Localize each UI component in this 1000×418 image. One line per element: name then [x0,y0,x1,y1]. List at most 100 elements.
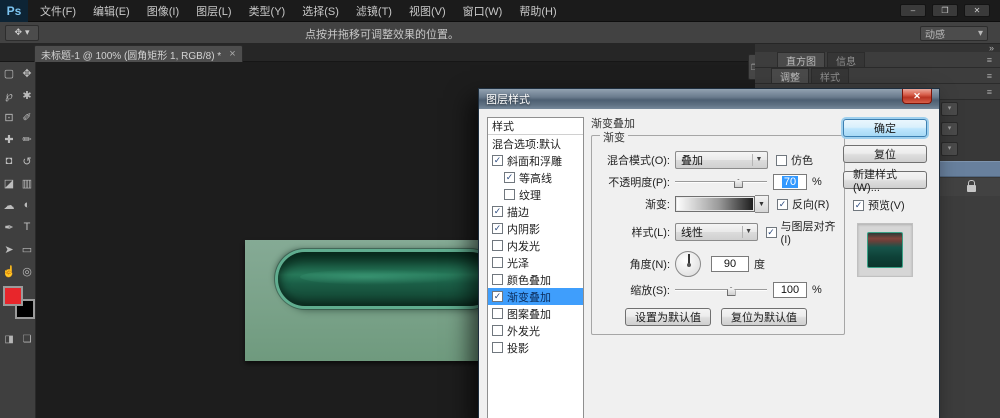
list-item-bevel-emboss[interactable]: ✓斜面和浮雕 [488,152,583,169]
dialog-close-button[interactable]: ✕ [902,89,932,104]
document-tab[interactable]: 未标题-1 @ 100% (圆角矩形 1, RGB/8) * × [34,45,243,62]
reset-default-button[interactable]: 复位为默认值 [721,308,807,326]
tool-magic-wand[interactable]: ✱ [18,84,36,106]
tool-move[interactable]: ✥ [18,62,36,84]
list-item-outer-glow[interactable]: 外发光 [488,322,583,339]
selected-layer-row[interactable] [937,161,1000,177]
menu-item-view[interactable]: 视图(V) [409,3,446,19]
opacity-slider[interactable] [675,175,767,189]
foreground-color-swatch[interactable] [3,286,23,306]
restore-button[interactable]: ❐ [932,4,958,17]
opacity-value-field[interactable]: 70 [773,174,807,190]
preview-checkbox[interactable]: ✓ [853,200,864,211]
ok-button[interactable]: 确定 [843,119,927,137]
tool-eyedropper[interactable]: ✐ [18,106,36,128]
checkbox[interactable]: ✓ [492,155,503,166]
tool-type[interactable]: T [18,216,36,238]
list-item-inner-shadow[interactable]: ✓内阴影 [488,220,583,237]
reverse-checkbox[interactable]: ✓ [777,199,788,210]
menu-item-edit[interactable]: 编辑(E) [93,3,130,19]
make-default-button[interactable]: 设置为默认值 [625,308,711,326]
menu-item-help[interactable]: 帮助(H) [519,3,556,19]
workspace-switcher[interactable]: 动感 ▾ [920,26,988,41]
tab-adjustments[interactable]: 调整 [771,68,809,83]
angle-dial[interactable] [675,251,701,277]
tool-dodge[interactable]: ◐ [18,194,36,216]
list-item-pattern-overlay[interactable]: 图案叠加 [488,305,583,322]
checkbox[interactable] [492,274,503,285]
rounded-rectangle-shape[interactable] [278,252,485,306]
checkbox[interactable] [492,342,503,353]
list-item-drop-shadow[interactable]: 投影 [488,339,583,356]
checkbox[interactable] [492,325,503,336]
document-canvas[interactable] [245,240,485,361]
scale-slider[interactable] [675,283,767,297]
angle-value-field[interactable]: 90 [711,256,749,272]
screen-mode-button[interactable]: ❏ [23,334,32,345]
tool-spot-healing[interactable]: ✚ [0,128,18,150]
gradient-preview-well[interactable] [675,196,755,212]
tab-close-icon[interactable]: × [229,48,235,60]
close-button[interactable]: ✕ [964,4,990,17]
checkbox[interactable]: ✓ [504,172,515,183]
new-style-button[interactable]: 新建样式(W)... [843,171,927,189]
menu-item-image[interactable]: 图像(I) [147,3,179,19]
menu-item-type[interactable]: 类型(Y) [249,3,286,19]
tool-eraser[interactable]: ◪ [0,172,18,194]
menu-item-layer[interactable]: 图层(L) [196,3,231,19]
checkbox[interactable] [504,189,515,200]
styles-list-header[interactable]: 样式 [488,118,583,135]
tool-crop[interactable]: ⊡ [0,106,18,128]
list-item-satin[interactable]: 光泽 [488,254,583,271]
list-item-inner-glow[interactable]: 内发光 [488,237,583,254]
tool-clone-stamp[interactable]: ◘ [0,150,18,172]
panel-strip-button[interactable]: ▾ [941,142,958,156]
tool-path-selection[interactable]: ➤ [0,238,18,260]
panel-strip-button[interactable]: ▾ [941,102,958,116]
panel-menu-icon[interactable]: ≡ [987,87,992,97]
tool-pen[interactable]: ✒ [0,216,18,238]
list-item-contour[interactable]: ✓等高线 [488,169,583,186]
align-with-layer-checkbox[interactable]: ✓ [766,227,777,238]
checkbox[interactable]: ✓ [492,291,503,302]
tool-hand[interactable]: ☝ [0,260,18,282]
tool-lasso[interactable]: ℘ [0,84,18,106]
scale-value-field[interactable]: 100 [773,282,807,298]
menu-item-window[interactable]: 窗口(W) [463,3,503,19]
quick-mask-button[interactable]: ◨ [4,334,13,345]
tool-preset-picker[interactable]: ✥ ▾ [5,25,39,41]
locked-layer-row[interactable] [937,178,1000,196]
list-item-stroke[interactable]: ✓描边 [488,203,583,220]
minimize-button[interactable]: – [900,4,926,17]
menu-item-select[interactable]: 选择(S) [302,3,339,19]
list-item-blending-options[interactable]: 混合选项:默认 [488,135,583,152]
gradient-picker-arrow[interactable]: ▼ [755,195,769,213]
list-item-color-overlay[interactable]: 颜色叠加 [488,271,583,288]
checkbox[interactable]: ✓ [492,223,503,234]
menu-item-file[interactable]: 文件(F) [40,3,76,19]
panel-strip-button[interactable]: ▾ [941,122,958,136]
tool-rectangular-marquee[interactable]: ▢ [0,62,18,84]
tool-zoom[interactable]: ◎ [18,260,36,282]
panel-menu-icon[interactable]: ≡ [987,55,992,65]
checkbox[interactable]: ✓ [492,206,503,217]
tab-histogram[interactable]: 直方图 [777,52,825,67]
dither-checkbox[interactable] [776,155,787,166]
reset-button[interactable]: 复位 [843,145,927,163]
tool-history-brush[interactable]: ↺ [18,150,36,172]
checkbox[interactable] [492,240,503,251]
dialog-titlebar[interactable]: 图层样式 ✕ [479,89,939,109]
tool-smudge[interactable]: ☁ [0,194,18,216]
list-item-texture[interactable]: 纹理 [488,186,583,203]
gradient-style-select[interactable]: 线性 ▼ [675,223,758,241]
list-item-gradient-overlay[interactable]: ✓渐变叠加 [488,288,583,305]
tool-rectangle-shape[interactable]: ▭ [18,238,36,260]
tool-gradient[interactable]: ▥ [18,172,36,194]
menu-item-filter[interactable]: 滤镜(T) [356,3,392,19]
checkbox[interactable] [492,257,503,268]
tab-info[interactable]: 信息 [827,52,865,67]
blend-mode-select[interactable]: 叠加 ▼ [675,151,768,169]
tab-styles[interactable]: 样式 [811,68,849,83]
checkbox[interactable] [492,308,503,319]
tool-brush[interactable]: ✏ [18,128,36,150]
